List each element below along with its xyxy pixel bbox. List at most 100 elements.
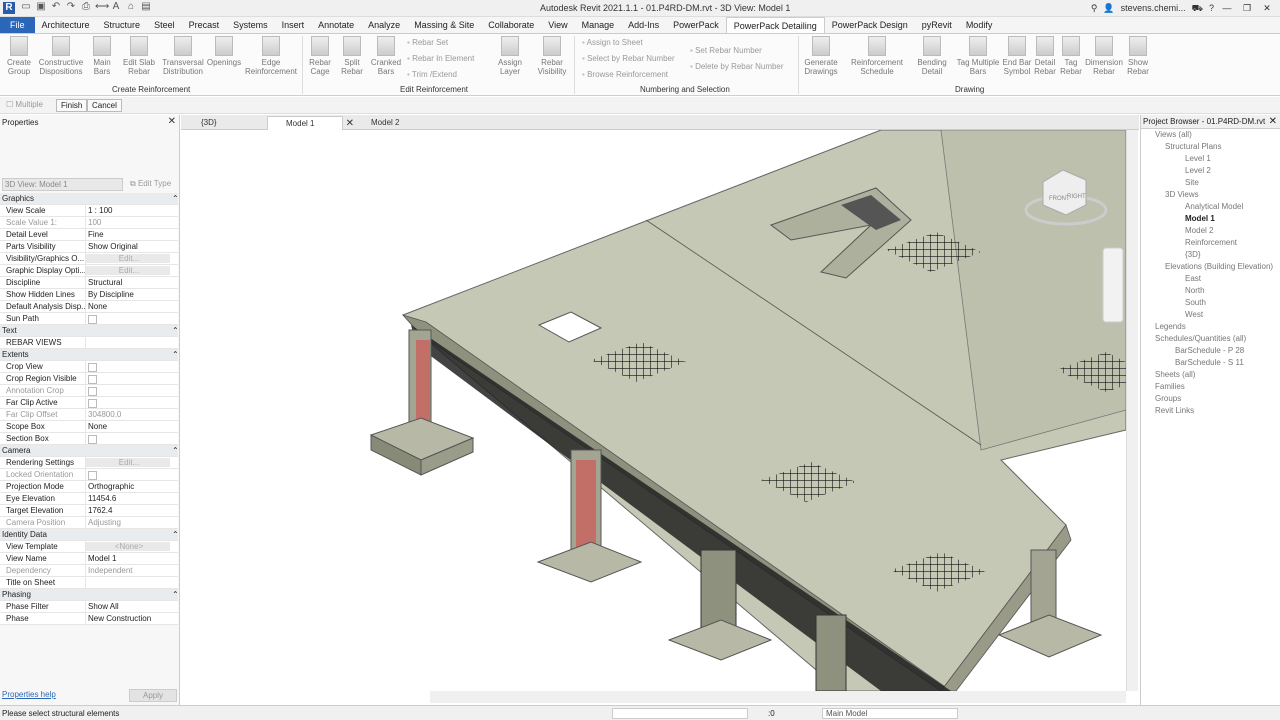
footing[interactable] — [536, 541, 643, 583]
property-value[interactable]: Model 1 — [86, 553, 178, 564]
property-value[interactable]: Fine — [86, 229, 178, 240]
property-row[interactable]: Sun Path — [0, 313, 178, 325]
tab-view[interactable]: View — [541, 17, 574, 33]
browser-item[interactable]: Level 2 — [1141, 165, 1280, 177]
create-group-button[interactable]: Create Group — [4, 36, 34, 76]
property-checkbox[interactable] — [86, 397, 178, 408]
browser-item[interactable]: {3D} — [1141, 249, 1280, 261]
help-icon[interactable]: ? — [1209, 0, 1214, 17]
property-section[interactable]: Phasing ⌃ — [0, 589, 178, 601]
column[interactable] — [815, 614, 847, 691]
assign-to-sheet-button[interactable]: Assign to Sheet — [582, 38, 643, 47]
switch-windows-icon[interactable]: ▤ — [140, 1, 152, 13]
openings-button[interactable]: Openings — [206, 36, 242, 67]
property-row[interactable]: Scale Value 1: 100 — [0, 217, 178, 229]
trim-extend-button[interactable]: Trim /Extend — [407, 70, 457, 79]
property-row[interactable]: Target Elevation 1762.4 — [0, 505, 178, 517]
browser-item[interactable]: Schedules/Quantities (all) — [1141, 333, 1280, 345]
property-checkbox[interactable] — [86, 313, 178, 324]
constructive-dispositions-button[interactable]: Constructive Dispositions — [36, 36, 86, 76]
3d-view-icon[interactable]: ⌂ — [125, 1, 137, 13]
tab-model-1[interactable]: Model 1 ✕ — [267, 116, 354, 130]
measure-icon[interactable]: ⟷ — [95, 1, 109, 13]
tab-3d[interactable]: {3D} — [183, 116, 263, 130]
close-icon[interactable]: ✕ — [168, 116, 176, 127]
tab-architecture[interactable]: Architecture — [35, 17, 97, 33]
tab-pyrevit[interactable]: pyRevit — [915, 17, 959, 33]
property-section[interactable]: Graphics ⌃ — [0, 193, 178, 205]
property-row[interactable]: Show Hidden Lines By Discipline — [0, 289, 178, 301]
rebar-visibility-button[interactable]: Rebar Visibility — [534, 36, 570, 76]
tag-rebar-button[interactable]: Tag Rebar — [1059, 36, 1083, 76]
apply-button[interactable]: Apply — [129, 689, 177, 702]
tab-powerpack[interactable]: PowerPack — [666, 17, 726, 33]
browser-item[interactable]: South — [1141, 297, 1280, 309]
assign-layer-button[interactable]: Assign Layer — [494, 36, 526, 76]
property-value[interactable]: Edit... — [86, 254, 170, 263]
redo-icon[interactable]: ↷ — [65, 1, 77, 13]
vertical-scrollbar[interactable] — [1126, 130, 1138, 691]
browser-item[interactable]: Level 1 — [1141, 153, 1280, 165]
open-icon[interactable]: ▭ — [20, 1, 32, 13]
property-value[interactable]: Show All — [86, 601, 178, 612]
property-section[interactable]: Identity Data ⌃ — [0, 529, 178, 541]
property-row[interactable]: Detail Level Fine — [0, 229, 178, 241]
property-value[interactable]: <None> — [86, 542, 170, 551]
property-row[interactable]: Locked Orientation — [0, 469, 178, 481]
browser-item[interactable]: West — [1141, 309, 1280, 321]
horizontal-scrollbar[interactable] — [430, 691, 1126, 703]
tab-structure[interactable]: Structure — [97, 17, 148, 33]
delete-by-rebar-number-button[interactable]: Delete by Rebar Number — [690, 62, 783, 71]
property-value[interactable]: Structural — [86, 277, 178, 288]
property-value[interactable]: Adjusting — [86, 517, 178, 528]
tab-file[interactable]: File — [0, 17, 35, 33]
property-value[interactable]: 304800.0 — [86, 409, 178, 420]
browser-item[interactable]: Structural Plans — [1141, 141, 1280, 153]
save-icon[interactable]: ▣ — [35, 1, 47, 13]
property-value[interactable]: By Discipline — [86, 289, 178, 300]
type-selector[interactable]: 3D View: Model 1 — [2, 178, 123, 191]
property-checkbox[interactable] — [86, 361, 178, 372]
cart-icon[interactable]: ⛟ — [1192, 0, 1203, 17]
browser-item[interactable]: Reinforcement — [1141, 237, 1280, 249]
rebar-in-element-button[interactable]: Rebar In Element — [407, 54, 474, 63]
browser-item[interactable]: Sheets (all) — [1141, 369, 1280, 381]
property-value[interactable]: Independent — [86, 565, 178, 576]
close-icon[interactable]: ✕ — [1269, 115, 1277, 129]
finish-button[interactable]: Finish — [56, 99, 88, 112]
property-row[interactable]: Dependency Independent — [0, 565, 178, 577]
tab-massing-site[interactable]: Massing & Site — [407, 17, 481, 33]
property-value[interactable]: Show Original — [86, 241, 178, 252]
restore-button[interactable]: ❐ — [1240, 0, 1254, 17]
property-row[interactable]: Phase New Construction — [0, 613, 178, 625]
property-section[interactable]: Extents ⌃ — [0, 349, 178, 361]
property-value[interactable] — [86, 337, 178, 348]
browser-item[interactable]: Revit Links — [1141, 405, 1280, 417]
collapse-icon[interactable]: ⌃ — [170, 193, 178, 204]
property-row[interactable]: View Scale 1 : 100 — [0, 205, 178, 217]
dimension-rebar-button[interactable]: Dimension Rebar — [1084, 36, 1124, 76]
workset-selector[interactable] — [612, 708, 748, 719]
tab-add-ins[interactable]: Add-Ins — [621, 17, 666, 33]
browser-item[interactable]: Views (all) — [1141, 129, 1280, 141]
property-value[interactable] — [86, 577, 178, 588]
reinforcement-schedule-button[interactable]: Reinforcement Schedule — [846, 36, 908, 76]
browser-item[interactable]: Site — [1141, 177, 1280, 189]
tab-modify[interactable]: Modify — [959, 17, 1000, 33]
property-row[interactable]: Camera Position Adjusting — [0, 517, 178, 529]
set-rebar-number-button[interactable]: Set Rebar Number — [690, 46, 762, 55]
browser-item[interactable]: Elevations (Building Elevation) — [1141, 261, 1280, 273]
tab-manage[interactable]: Manage — [575, 17, 622, 33]
browse-reinforcement-button[interactable]: Browse Reinforcement — [582, 70, 668, 79]
property-value[interactable]: None — [86, 421, 178, 432]
text-icon[interactable]: A — [110, 1, 122, 13]
property-value[interactable]: 100 — [86, 217, 178, 228]
property-checkbox[interactable] — [86, 373, 178, 384]
navigation-bar[interactable] — [1102, 247, 1124, 323]
browser-item[interactable]: North — [1141, 285, 1280, 297]
property-row[interactable]: Visibility/Graphics O... Edit... — [0, 253, 178, 265]
property-row[interactable]: Eye Elevation 11454.6 — [0, 493, 178, 505]
property-value[interactable]: Edit... — [86, 266, 170, 275]
property-row[interactable]: Title on Sheet — [0, 577, 178, 589]
browser-item[interactable]: Families — [1141, 381, 1280, 393]
